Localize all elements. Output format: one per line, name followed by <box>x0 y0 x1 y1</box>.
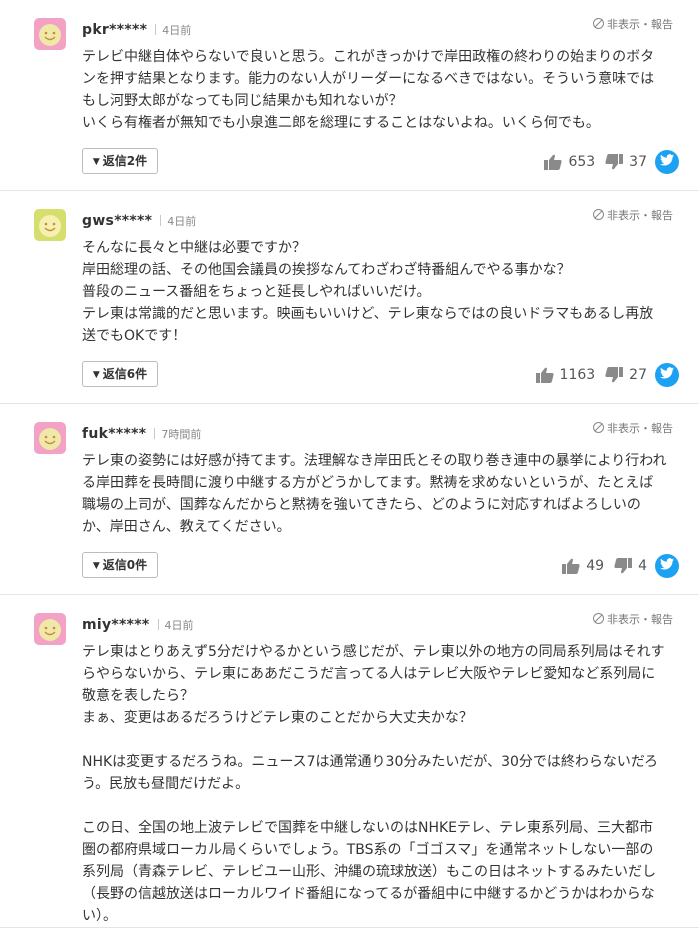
twitter-share-button[interactable] <box>655 554 679 578</box>
like-button[interactable]: 1163 <box>535 367 596 383</box>
twitter-bird-icon <box>660 154 674 170</box>
like-button[interactable]: 653 <box>544 154 595 170</box>
comment-body: テレ東はとりあえず5分だけやるかという感じだが、テレ東以外の地方の同局系列局はそ… <box>82 641 667 927</box>
comment-line <box>82 729 667 751</box>
comment-line: この日、全国の地上波テレビで国葬を中継しないのはNHKEテレ、テレ東系列局、三大… <box>82 820 656 924</box>
twitter-share-button[interactable] <box>655 363 679 387</box>
comment-meta: pkr***** 4日前 <box>82 18 679 40</box>
post-time: 4日前 <box>167 215 197 228</box>
reply-count: 2 <box>126 154 136 168</box>
like-count: 653 <box>568 154 596 170</box>
user-avatar <box>34 18 66 50</box>
comment-actions: ▼ 返信6件 1163 27 <box>82 347 679 403</box>
post-time: 7時間前 <box>161 428 202 441</box>
vote-bar: 1163 27 <box>535 363 679 387</box>
like-count: 49 <box>586 558 605 574</box>
triangle-down-icon: ▼ <box>92 561 100 571</box>
triangle-down-icon: ▼ <box>92 157 100 167</box>
username[interactable]: miy***** <box>82 617 150 633</box>
vote-bar: 49 4 <box>562 554 679 578</box>
comment-line: テレ東は常識的だと思います。映画もいいけど、テレ東ならではの良いドラマもあるし再… <box>82 306 654 344</box>
twitter-bird-icon <box>660 367 674 383</box>
username[interactable]: gws***** <box>82 213 152 229</box>
prohibit-icon <box>593 209 604 220</box>
thumbs-up-icon <box>535 367 560 383</box>
comment-line: 普段のニュース番組をちょっと延長しやればいいだけ。 <box>82 284 431 300</box>
vote-bar: 653 37 <box>544 150 679 174</box>
prohibit-icon <box>593 422 604 433</box>
hide-report-label: 非表示・報告 <box>607 613 673 626</box>
hide-report-label: 非表示・報告 <box>607 209 673 222</box>
meta-divider <box>154 428 156 439</box>
reply-prefix: 返信 <box>102 154 127 168</box>
dislike-count: 37 <box>629 154 647 170</box>
post-time: 4日前 <box>162 24 192 37</box>
user-avatar <box>34 613 66 645</box>
username[interactable]: fuk***** <box>82 426 146 442</box>
twitter-share-button[interactable] <box>655 150 679 174</box>
thumbs-down-icon <box>605 367 629 383</box>
comment-line: テレビ中継自体やらないで良いと思う。これがきっかけで岸田政権の終わりの始まりのボ… <box>82 49 655 109</box>
dislike-count: 4 <box>638 558 647 574</box>
reply-count: 0 <box>126 558 136 572</box>
hide-report-link[interactable]: 非表示・報告 <box>593 611 673 627</box>
replies-toggle-button[interactable]: ▼ 返信0件 <box>82 552 158 578</box>
comment-meta: gws***** 4日前 <box>82 209 679 231</box>
hide-report-label: 非表示・報告 <box>607 18 673 31</box>
comment-item: gws***** 4日前 非表示・報告そんなに長々と中継は必要ですか？ 岸田総理の話、… <box>0 191 699 404</box>
comment-meta: miy***** 4日前 <box>82 613 679 635</box>
thumbs-up-icon <box>562 558 586 574</box>
dislike-button[interactable]: 27 <box>605 367 647 383</box>
username[interactable]: pkr***** <box>82 22 147 38</box>
twitter-bird-icon <box>660 558 674 574</box>
hide-report-link[interactable]: 非表示・報告 <box>593 16 673 32</box>
reply-suffix: 件 <box>135 558 148 572</box>
comment-list: pkr***** 4日前 非表示・報告 テレビ中継自体やらないで良いと思う。これがきっ… <box>0 0 699 928</box>
thumbs-down-icon <box>605 154 629 170</box>
hide-report-link[interactable]: 非表示・報告 <box>593 420 673 436</box>
replies-toggle-button[interactable]: ▼ 返信2件 <box>82 148 158 174</box>
reply-suffix: 件 <box>135 154 148 168</box>
user-avatar <box>34 209 66 241</box>
comment-line: NHKは変更するだろうね。ニュース7は通常通り30分みたいだが、30分では終わら… <box>82 754 659 792</box>
comment-line: テレ東の姿勢には好感が持てます。法理解なき岸田氏とその取り巻き連中の暴挙により行… <box>82 453 667 535</box>
post-time: 4日前 <box>164 619 194 632</box>
comment-item: fuk***** 7時間前 非表示・報告テレ東の姿勢には好感が持てます。法理解なき岸… <box>0 404 699 595</box>
dislike-button[interactable]: 37 <box>605 154 647 170</box>
comment-line: まぁ、変更はあるだろうけどテレ東のことだから大丈夫かな？ <box>82 710 473 726</box>
comment-body: そんなに長々と中継は必要ですか？ 岸田総理の話、その他国会議員の挨拶なんてわざわざ… <box>82 237 667 347</box>
reply-prefix: 返信 <box>102 367 127 381</box>
triangle-down-icon: ▼ <box>92 370 100 380</box>
reply-suffix: 件 <box>135 367 148 381</box>
comment-actions: ▼ 返信0件 49 4 <box>82 538 679 594</box>
user-avatar <box>34 422 66 454</box>
meta-divider <box>160 215 162 226</box>
dislike-count: 27 <box>629 367 647 383</box>
reply-prefix: 返信 <box>102 558 127 572</box>
comment-item: pkr***** 4日前 非表示・報告テレビ中継自体やらないで良いと思う。これがきっ… <box>0 0 699 191</box>
hide-report-link[interactable]: 非表示・報告 <box>593 207 673 223</box>
comment-body: テレ東の姿勢には好感が持てます。法理解なき岸田氏とその取り巻き連中の暴挙により行… <box>82 450 667 538</box>
comment-actions: ▼ 返信2件 653 37 <box>82 134 679 190</box>
prohibit-icon <box>593 613 604 624</box>
comment-line: そんなに長々と中継は必要ですか？ <box>82 240 306 256</box>
comment-line <box>82 795 667 817</box>
like-count: 1163 <box>559 367 596 383</box>
like-button[interactable]: 49 <box>562 558 604 574</box>
thumbs-down-icon <box>614 558 638 574</box>
meta-divider <box>155 24 157 35</box>
reply-count: 6 <box>126 367 136 381</box>
replies-toggle-button[interactable]: ▼ 返信6件 <box>82 361 158 387</box>
thumbs-up-icon <box>544 154 568 170</box>
meta-divider <box>157 619 159 630</box>
comment-body: テレビ中継自体やらないで良いと思う。これがきっかけで岸田政権の終わりの始まりのボ… <box>82 46 667 134</box>
comment-line: テレ東はとりあえず5分だけやるかという感じだが、テレ東以外の地方の同局系列局はそ… <box>82 644 665 704</box>
dislike-button[interactable]: 4 <box>614 558 647 574</box>
comment-item: miy***** 4日前 非表示・報告テレ東はとりあえず5分だけやるかという感じだが… <box>0 595 699 928</box>
prohibit-icon <box>593 18 604 29</box>
comment-line: 岸田総理の話、その他国会議員の挨拶なんてわざわざ特番組んでやる事かな？ <box>82 262 571 278</box>
hide-report-label: 非表示・報告 <box>607 422 673 435</box>
comment-line: いくら有権者が無知でも小泉進二郎を総理にすることはないよね。いくら何でも。 <box>82 115 600 131</box>
comment-meta: fuk***** 7時間前 <box>82 422 679 444</box>
